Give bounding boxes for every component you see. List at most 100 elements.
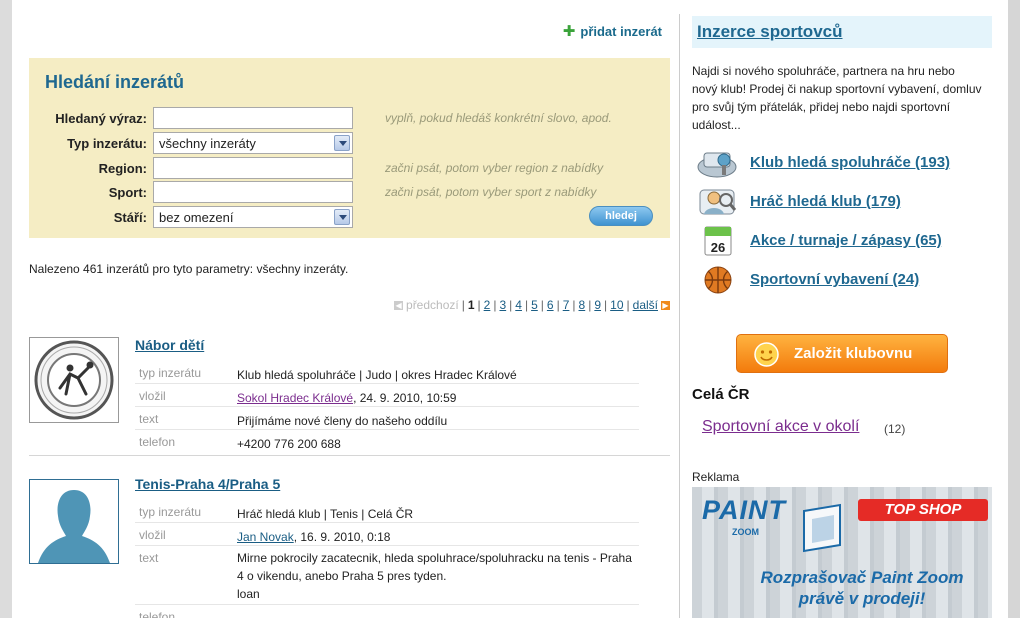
nearby-events-link[interactable]: Sportovní akce v okolí [702, 418, 859, 436]
result-count: Nalezeno 461 inzerátů pro tyto parametry… [29, 262, 349, 276]
row-value: +4200 776 200 688 [237, 437, 341, 451]
search-panel: Hledání inzerátů Hledaný výraz: vyplň, p… [29, 58, 670, 238]
listing-divider [29, 455, 670, 456]
row-value: Hráč hledá klub | Tenis | Celá ČR [237, 507, 414, 521]
ad-logo: PAINT [702, 495, 786, 525]
pagination-separator: | [477, 298, 481, 312]
row-key: text [139, 551, 159, 565]
author-link[interactable]: Jan Novak [237, 530, 294, 544]
keyword-hint: vyplň, pokud hledáš konkrétní slovo, apo… [385, 111, 612, 125]
search-row-type: Typ inzerátu: všechny inzeráty [29, 132, 670, 154]
search-button[interactable]: hledej [589, 206, 653, 226]
listing-item: Tenis-Praha 4/Praha 5 typ inzerátu Hráč … [29, 476, 670, 618]
listing-row-phone: telefon +4200 776 200 688 [135, 430, 639, 453]
search-row-keyword: Hledaný výraz: vyplň, pokud hledáš konkr… [29, 107, 670, 129]
listing-row-phone: telefon [135, 605, 639, 618]
search-title: Hledání inzerátů [45, 72, 185, 92]
sport-input[interactable] [153, 181, 353, 203]
keyword-label: Hledaný výraz: [55, 111, 147, 126]
row-value: Jan Novak, 16. 9. 2010, 0:18 [237, 528, 637, 546]
pagination-separator: | [461, 298, 465, 312]
pagination-page[interactable]: 4 [515, 298, 522, 312]
search-row-age: Stáří: bez omezení [29, 206, 670, 228]
pagination-separator: | [626, 298, 630, 312]
row-key: typ inzerátu [139, 366, 202, 380]
create-club-label: Založit klubovnu [794, 345, 913, 362]
search-row-sport: Sport: začni psát, potom vyber sport z n… [29, 181, 670, 203]
type-select[interactable]: všechny inzeráty [153, 132, 353, 154]
chevron-down-icon[interactable] [334, 209, 350, 225]
age-select-value: bez omezení [159, 210, 234, 225]
chevron-down-icon[interactable] [334, 135, 350, 151]
pagination-page[interactable]: 10 [610, 298, 623, 312]
pagination-separator: | [588, 298, 592, 312]
listing-item: Nábor dětí typ inzerátu Klub hledá spolu… [29, 337, 670, 455]
pagination-page[interactable]: 2 [484, 298, 491, 312]
page: ✚ přidat inzerát Hledání inzerátů Hledan… [12, 0, 1008, 618]
pagination-page[interactable]: 7 [563, 298, 570, 312]
category-equipment[interactable]: Sportovní vybavení (24) [692, 264, 992, 296]
ad-label: Reklama [692, 470, 740, 484]
sport-label: Sport: [108, 185, 147, 200]
column-divider [679, 14, 680, 618]
row-value: Sokol Hradec Králové, 24. 9. 2010, 10:59 [237, 389, 637, 407]
calendar-icon: 26 [704, 226, 732, 256]
row-key: telefon [139, 610, 176, 618]
ad-banner[interactable]: PAINT ZOOM TOP SHOP Rozprašovač Paint Zo… [692, 487, 992, 618]
pagination-prev: předchozí [406, 298, 459, 312]
sidebar-intro: Najdi si nového spoluhráče, partnera na … [692, 64, 982, 132]
category-label: Hráč hledá klub (179) [750, 193, 901, 210]
create-club-button[interactable]: Založit klubovnu [736, 334, 948, 373]
keyword-input[interactable] [153, 107, 353, 129]
player-icon [699, 189, 737, 215]
listing-text-line2: loan [237, 587, 260, 601]
pagination-next[interactable]: další [633, 298, 658, 312]
listing-title[interactable]: Nábor dětí [135, 337, 204, 353]
pagination-separator: | [493, 298, 497, 312]
pagination-page[interactable]: 8 [579, 298, 586, 312]
region-input[interactable] [153, 157, 353, 179]
search-row-region: Region: začni psát, potom vyber region z… [29, 157, 670, 179]
region-heading: Celá ČR [692, 386, 750, 403]
listing-row-author: vložil Sokol Hradec Králové, 24. 9. 2010… [135, 384, 639, 407]
main-column: ✚ přidat inzerát Hledání inzerátů Hledan… [29, 0, 670, 618]
post-date: , 24. 9. 2010, 10:59 [353, 391, 457, 405]
pagination-page[interactable]: 3 [499, 298, 506, 312]
listing-row-text: text Mirne pokrocily zacatecnik, hleda s… [135, 546, 639, 605]
arrow-right-icon[interactable]: ▶ [661, 300, 670, 310]
team-icon [697, 152, 737, 178]
pagination-separator: | [604, 298, 608, 312]
listing-row-author: vložil Jan Novak, 16. 9. 2010, 0:18 [135, 523, 639, 546]
ad-shop-badge: TOP SHOP [858, 499, 988, 521]
listing-row-text: text Přijímáme nové členy do našeho oddí… [135, 407, 639, 430]
category-player-seeks-club[interactable]: Hráč hledá klub (179) [692, 186, 992, 218]
row-key: telefon [139, 435, 176, 449]
category-events[interactable]: 26 Akce / turnaje / zápasy (65) [692, 225, 992, 257]
add-listing-label: přidat inzerát [580, 24, 662, 39]
ad-text-line1: Rozprašovač Paint Zoom [760, 568, 964, 587]
row-key: typ inzerátu [139, 505, 202, 519]
category-club-seeks-player[interactable]: Klub hledá spoluhráče (193) [692, 147, 992, 179]
avatar[interactable] [29, 479, 119, 564]
type-label: Typ inzerátu: [67, 136, 147, 151]
club-logo-image[interactable] [29, 337, 119, 423]
pagination-separator: | [572, 298, 576, 312]
row-key: vložil [139, 389, 166, 403]
row-key: vložil [139, 528, 166, 542]
sidebar-header: Inzerce sportovců [692, 16, 992, 48]
sidebar-title[interactable]: Inzerce sportovců [697, 22, 843, 42]
add-listing-link[interactable]: ✚ přidat inzerát [563, 24, 662, 39]
judo-seal-icon [34, 340, 114, 420]
pagination-page[interactable]: 6 [547, 298, 554, 312]
author-link[interactable]: Sokol Hradec Králové [237, 391, 353, 405]
listing-title[interactable]: Tenis-Praha 4/Praha 5 [135, 476, 280, 492]
region-label: Region: [98, 161, 147, 176]
sport-hint: začni psát, potom vyber sport z nabídky [385, 185, 597, 199]
pagination-page[interactable]: 5 [531, 298, 538, 312]
listing-text: Mirne pokrocily zacatecnik, hleda spoluh… [237, 551, 632, 583]
pagination-page[interactable]: 9 [594, 298, 601, 312]
window-edge [1008, 0, 1020, 618]
age-select[interactable]: bez omezení [153, 206, 353, 228]
pagination-separator: | [509, 298, 513, 312]
calendar-day: 26 [711, 240, 725, 255]
